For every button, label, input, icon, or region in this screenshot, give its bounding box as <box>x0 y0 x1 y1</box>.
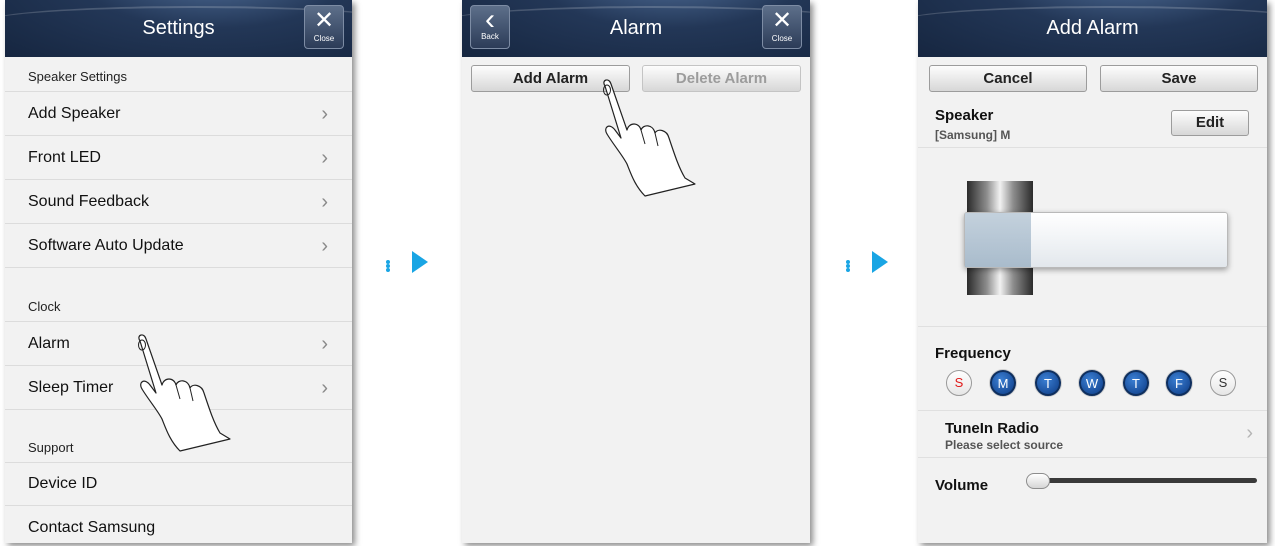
chevron-right-icon: › <box>321 191 328 213</box>
settings-item-label: Device ID <box>28 475 98 492</box>
settings-item-label: Alarm <box>28 335 70 352</box>
chevron-right-icon: › <box>1246 422 1253 444</box>
page-title: Alarm <box>609 17 663 39</box>
speaker-value: [Samsung] M <box>935 128 1011 142</box>
chevron-right-icon: › <box>321 377 328 399</box>
volume-slider-track[interactable] <box>1028 478 1257 483</box>
day-toggle-tuesday[interactable]: T <box>1035 370 1061 396</box>
settings-item-sound-feedback[interactable]: Sound Feedback › <box>5 180 352 224</box>
settings-item-label: Front LED <box>28 149 101 166</box>
settings-item-label: Contact Samsung <box>28 519 156 536</box>
close-button[interactable]: ✕ Close <box>762 5 802 49</box>
close-button[interactable]: ✕ Close <box>304 5 344 49</box>
close-button-label: Close <box>771 34 793 43</box>
settings-item-front-led[interactable]: Front LED › <box>5 136 352 180</box>
chevron-right-icon: › <box>321 147 328 169</box>
settings-item-label: Sleep Timer <box>28 379 114 396</box>
pointing-hand-icon <box>138 334 231 452</box>
day-toggle-thursday[interactable]: T <box>1123 370 1149 396</box>
time-picker-highlight <box>965 213 1031 267</box>
settings-item-label: Add Speaker <box>28 105 121 122</box>
page-title: Add Alarm <box>1046 17 1139 39</box>
source-subtitle: Please select source <box>945 438 1064 452</box>
chevron-right-icon: › <box>321 103 328 125</box>
back-icon: ‹ <box>485 3 495 36</box>
speaker-label: Speaker <box>935 107 994 124</box>
add-alarm-screen: Add Alarm Cancel Save Speaker [Samsung] … <box>918 0 1267 543</box>
time-picker-selection[interactable] <box>964 212 1228 268</box>
frequency-label: Frequency <box>935 345 1011 362</box>
settings-item-device-id[interactable]: Device ID <box>5 462 352 506</box>
settings-item-label: Sound Feedback <box>28 193 149 210</box>
settings-item-add-speaker[interactable]: Add Speaker › <box>5 92 352 136</box>
day-toggle-friday[interactable]: F <box>1166 370 1192 396</box>
pointing-hand-icon <box>603 79 696 197</box>
section-header-speaker-settings: Speaker Settings <box>5 57 352 92</box>
source-selector[interactable]: TuneIn Radio Please select source › <box>918 411 1267 456</box>
chevron-right-icon: › <box>321 235 328 257</box>
divider <box>918 326 1267 327</box>
settings-item-software-auto-update[interactable]: Software Auto Update › <box>5 224 352 268</box>
alarm-screen: Alarm ‹ Back ✕ Close Add Alarm Delete Al… <box>462 0 810 543</box>
day-toggle-sunday[interactable]: S <box>946 370 972 396</box>
close-icon: ✕ <box>313 7 335 34</box>
section-header-clock: Clock <box>5 287 352 322</box>
volume-label: Volume <box>935 477 989 494</box>
settings-item-contact-samsung[interactable]: Contact Samsung <box>5 506 352 543</box>
edit-button[interactable]: Edit <box>1171 110 1249 136</box>
settings-item-label: Software Auto Update <box>28 237 184 254</box>
volume-slider-thumb[interactable] <box>1026 473 1050 489</box>
settings-header: Settings ✕ Close <box>5 0 352 57</box>
save-button[interactable]: Save <box>1100 65 1258 92</box>
close-icon: ✕ <box>771 7 793 34</box>
chevron-right-icon: › <box>321 333 328 355</box>
day-toggle-saturday[interactable]: S <box>1210 370 1236 396</box>
back-button-label: Back <box>481 32 499 41</box>
close-button-label: Close <box>313 34 335 43</box>
divider <box>918 457 1267 458</box>
add-alarm-header: Add Alarm <box>918 0 1267 57</box>
cancel-button[interactable]: Cancel <box>929 65 1087 92</box>
back-button[interactable]: ‹ Back <box>470 5 510 49</box>
divider <box>918 147 1267 148</box>
day-toggle-monday[interactable]: M <box>990 370 1016 396</box>
day-toggle-wednesday[interactable]: W <box>1079 370 1105 396</box>
source-title: TuneIn Radio <box>945 420 1039 437</box>
alarm-header: Alarm ‹ Back ✕ Close <box>462 0 810 57</box>
settings-screen: Settings ✕ Close Speaker Settings Add Sp… <box>5 0 352 543</box>
page-title: Settings <box>142 17 215 39</box>
